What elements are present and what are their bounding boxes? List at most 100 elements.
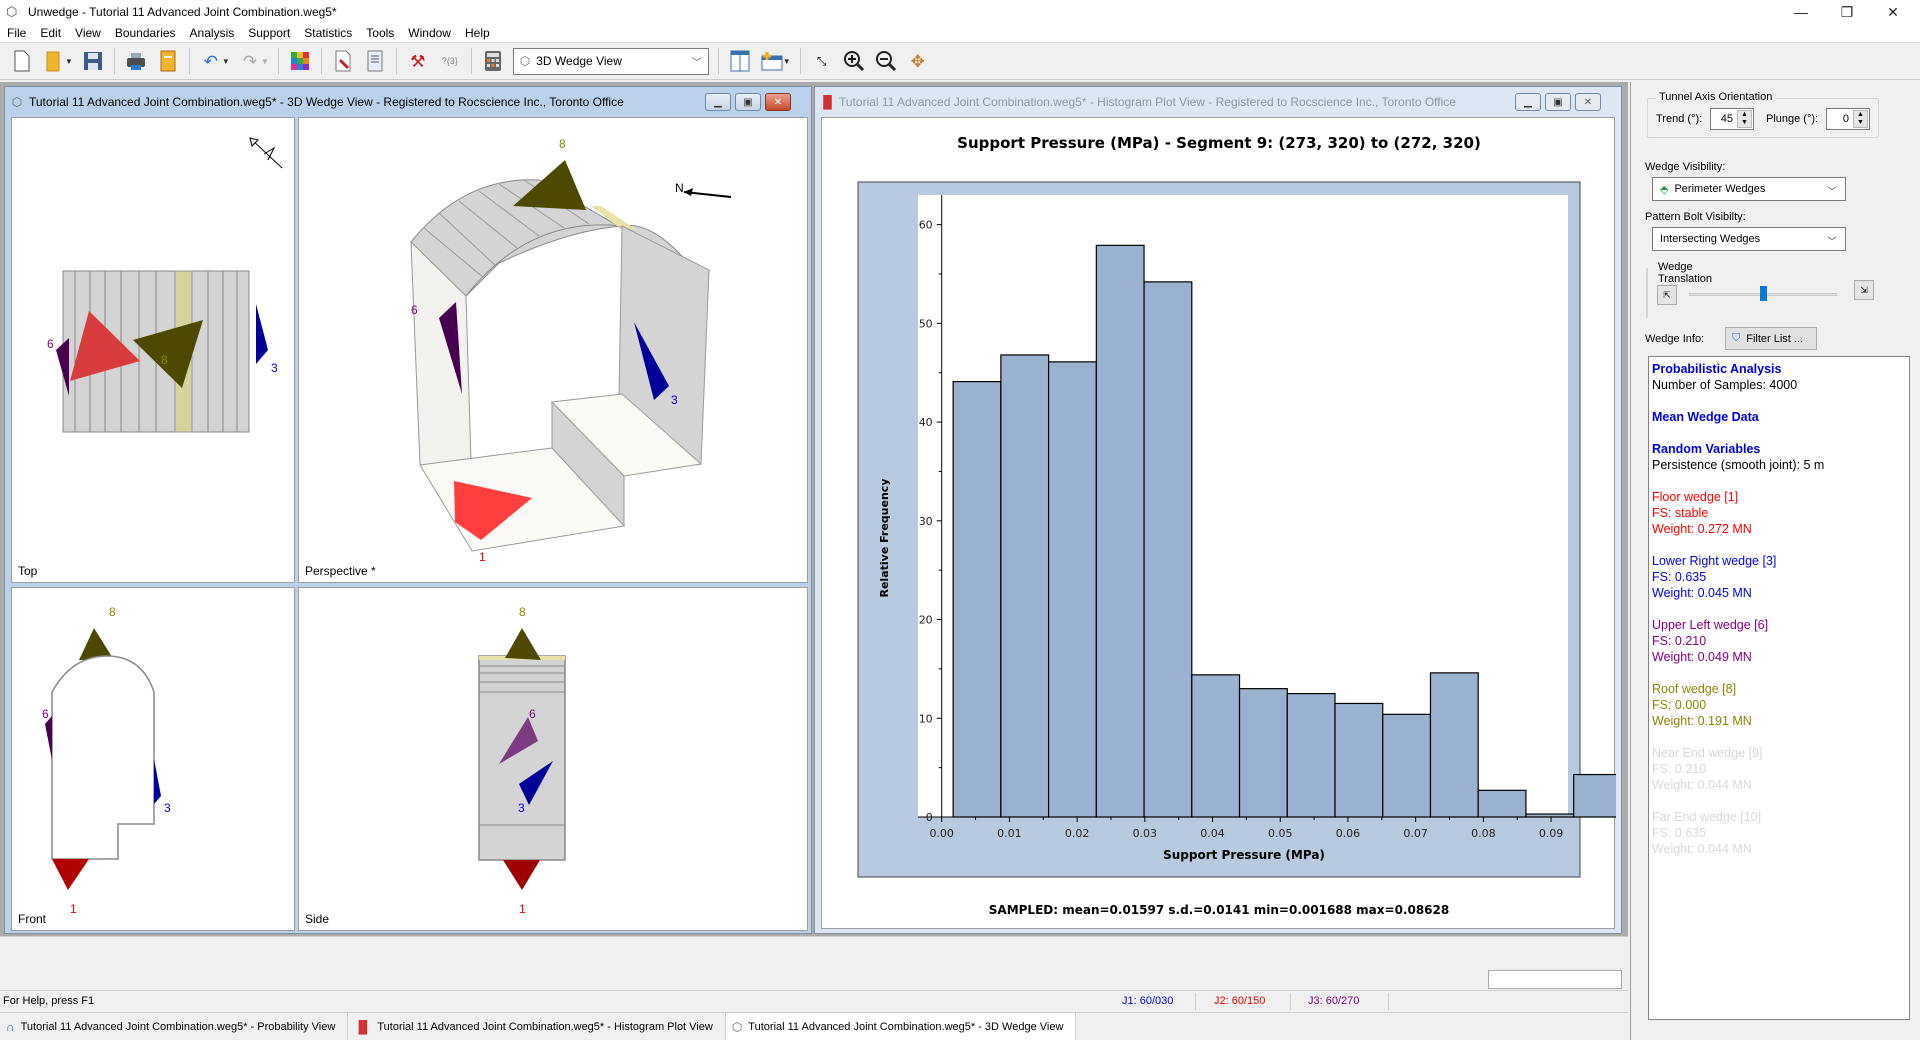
histogram-close-button[interactable]: ✕	[1575, 93, 1601, 111]
wedge-info-panel[interactable]: Probabilistic Analysis Number of Samples…	[1648, 356, 1910, 1020]
x-tick-label: 0.07	[1403, 827, 1428, 840]
restore-button[interactable]: ❐	[1824, 0, 1870, 24]
close-button[interactable]: ✕	[1870, 0, 1916, 24]
histogram-minimize-button[interactable]: ▁	[1515, 93, 1541, 111]
north-arrow-icon	[249, 137, 283, 169]
wedge-view-title: Tutorial 11 Advanced Joint Combination.w…	[29, 95, 624, 109]
joint-combination-icon[interactable]: ?{3}	[438, 49, 462, 73]
zoom-out-icon[interactable]	[874, 49, 898, 73]
wedge-view-close-button[interactable]: ✕	[765, 93, 791, 111]
new-file-icon[interactable]	[10, 49, 34, 73]
histogram-bar	[1382, 713, 1432, 818]
translate-wedges-out-button[interactable]: ⇱	[1657, 285, 1677, 305]
undo-dropdown-icon[interactable]: ▼	[222, 57, 230, 66]
open-dropdown-icon[interactable]: ▼	[65, 57, 73, 66]
wedge-view-minimize-button[interactable]: ▁	[705, 93, 731, 111]
menu-help[interactable]: Help	[458, 26, 497, 40]
perspective-drawing: N 8 6 3 1	[410, 137, 732, 564]
menu-analysis[interactable]: Analysis	[183, 26, 242, 40]
window-tab-bar: ∩ Tutorial 11 Advanced Joint Combination.…	[0, 1012, 1628, 1040]
analysis-icon[interactable]: ⚒	[406, 49, 430, 73]
trend-input[interactable]: 45 ▲ ▼	[1710, 108, 1754, 130]
wedge-fs: FS: stable	[1652, 506, 1709, 520]
view-selector-dropdown[interactable]: ⬡ 3D Wedge View ﹀	[512, 47, 709, 75]
redo-dropdown-icon[interactable]: ▼	[261, 57, 269, 66]
x-tick-label: 0.04	[1200, 827, 1225, 840]
front-view-pane[interactable]: 8 6 3 1 Front	[11, 587, 295, 931]
perspective-view-pane[interactable]: N 8 6 3 1 Perspective *	[298, 117, 808, 583]
wedge-weight: Weight: 0.272 MN	[1652, 522, 1752, 536]
trend-spinner-icon[interactable]: ▲ ▼	[1737, 110, 1752, 128]
translate-wedges-in-button[interactable]: ⇲	[1854, 280, 1874, 300]
plunge-spinner-icon[interactable]: ▲ ▼	[1853, 110, 1868, 128]
svg-text:N: N	[675, 181, 684, 195]
translation-slider-thumb[interactable]	[1760, 286, 1767, 301]
zoom-in-icon[interactable]	[842, 49, 866, 73]
tab-3d-wedge-view[interactable]: ⬡ Tutorial 11 Advanced Joint Combination.…	[725, 1013, 1077, 1040]
y-tick-label: 40	[919, 416, 933, 429]
y-tick-label: 50	[919, 317, 933, 330]
color-grid-icon[interactable]	[288, 49, 312, 73]
report-icon[interactable]	[363, 49, 387, 73]
menu-edit[interactable]: Edit	[33, 26, 68, 40]
wedge-visibility-dropdown[interactable]: ⬘ Perimeter Wedges ﹀	[1652, 177, 1846, 201]
bolt-visibility-dropdown[interactable]: Intersecting Wedges ﹀	[1652, 227, 1846, 251]
tunnel-axis-title: Tunnel Axis Orientation	[1656, 91, 1776, 103]
open-folder-icon[interactable]	[42, 49, 66, 73]
filter-list-button[interactable]: ⛉ Filter List ...	[1725, 327, 1817, 350]
wedge-name: Upper Left wedge [6]	[1652, 618, 1769, 632]
joint-2-orientation: J2: 60/150	[1214, 995, 1266, 1007]
y-tick-label: 20	[919, 614, 933, 627]
new-window-dropdown-icon[interactable]: ▼	[783, 57, 791, 66]
histogram-bar	[1286, 692, 1336, 818]
floor-wedge-shape	[503, 860, 540, 890]
tile-windows-icon[interactable]	[728, 49, 752, 73]
tab-histogram-plot-view[interactable]: ▐▌ Tutorial 11 Advanced Joint Combination…	[348, 1013, 726, 1040]
wedge-weight: Weight: 0.045 MN	[1652, 586, 1752, 600]
menu-file[interactable]: File	[0, 26, 33, 40]
top-pane-label: Top	[18, 564, 38, 578]
wedge-name: Far End wedge [10]	[1652, 810, 1762, 824]
pan-icon[interactable]: ✥	[906, 49, 930, 73]
wedge-view-caption[interactable]: ⬡ Tutorial 11 Advanced Joint Combination…	[9, 91, 807, 113]
menu-window[interactable]: Window	[401, 26, 458, 40]
tab-probability-view[interactable]: ∩ Tutorial 11 Advanced Joint Combination.…	[0, 1013, 349, 1040]
edit-icon[interactable]	[331, 49, 355, 73]
export-icon[interactable]	[156, 49, 180, 73]
mdi-workspace: ⬡ Tutorial 11 Advanced Joint Combination…	[0, 82, 1920, 962]
redo-icon[interactable]: ↷	[238, 49, 262, 73]
save-icon[interactable]	[81, 49, 105, 73]
menu-tools[interactable]: Tools	[359, 26, 401, 40]
menu-boundaries[interactable]: Boundaries	[108, 26, 183, 40]
3d-wedge-icon: ⬡	[11, 95, 23, 109]
status-input-box[interactable]	[1488, 970, 1622, 989]
wedge-view-maximize-button[interactable]: ▣	[735, 93, 761, 111]
y-tick-label: 0	[926, 811, 933, 824]
x-tick-label: 0.03	[1133, 827, 1158, 840]
y-tick-label: 30	[919, 515, 933, 528]
chevron-down-icon: ﹀	[1827, 237, 1837, 248]
x-axis-label: Support Pressure (MPa)	[1163, 848, 1325, 862]
print-icon[interactable]	[124, 49, 148, 73]
calculator-icon[interactable]	[481, 49, 505, 73]
menu-support[interactable]: Support	[241, 26, 297, 40]
histogram-bar	[1334, 702, 1384, 818]
side-drawing: 8 6 3 1	[478, 605, 566, 916]
histogram-bar	[1429, 672, 1479, 818]
front-pane-label: Front	[18, 912, 47, 926]
plunge-input[interactable]: 0 ▲ ▼	[1826, 108, 1870, 130]
wedge-label-3: 3	[518, 801, 525, 815]
side-view-pane[interactable]: 8 6 3 1 Side	[298, 587, 808, 931]
menu-view[interactable]: View	[68, 26, 108, 40]
minimize-button[interactable]: —	[1778, 0, 1824, 24]
mean-wedge-data-heading: Mean Wedge Data	[1652, 410, 1759, 424]
top-view-pane[interactable]: 6 8 3 Top	[11, 117, 295, 583]
histogram-caption[interactable]: ▐▌ Tutorial 11 Advanced Joint Combinatio…	[819, 91, 1617, 113]
histogram-maximize-button[interactable]: ▣	[1545, 93, 1571, 111]
lower-right-wedge-shape	[256, 304, 268, 364]
undo-icon[interactable]: ↶	[199, 49, 223, 73]
new-window-icon[interactable]	[760, 49, 784, 73]
menu-statistics[interactable]: Statistics	[297, 26, 359, 40]
persistence-value: Persistence (smooth joint): 5 m	[1652, 458, 1825, 472]
zoom-extents-icon[interactable]: ⤡	[810, 49, 834, 73]
